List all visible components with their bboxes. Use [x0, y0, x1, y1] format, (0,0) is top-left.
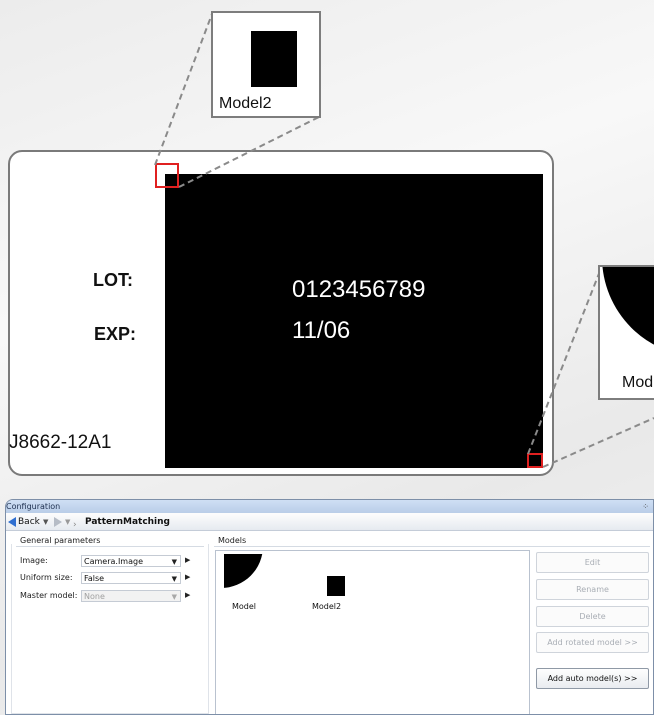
forward-dropdown-icon[interactable]: ▼: [65, 513, 70, 531]
model2-caption[interactable]: Model2: [312, 602, 341, 611]
zoom-model-label: Mod: [622, 374, 654, 391]
navigation-bar: Back ▼ ▼ › PatternMatching: [6, 513, 653, 531]
zoom-detail-model: Mod: [598, 265, 654, 400]
model-quarter-preview: [600, 267, 654, 367]
models-header: Models: [218, 536, 247, 545]
back-arrow-icon[interactable]: [8, 517, 16, 527]
zoom-model2-label: Model2: [219, 95, 272, 112]
model-thumbnail[interactable]: [224, 554, 264, 594]
zoom-connector-lines: [154, 13, 654, 468]
connector-line: [178, 116, 320, 188]
window-title: Configuration: [6, 502, 61, 511]
page-title: PatternMatching: [85, 517, 170, 527]
window-titlebar: Configuration ⁘: [6, 500, 653, 513]
back-button[interactable]: Back: [18, 513, 40, 531]
delete-button[interactable]: Delete: [536, 606, 649, 627]
nav-separator-icon: ›: [73, 520, 77, 530]
models-divider: [214, 546, 650, 547]
models-list[interactable]: Model Model2: [215, 550, 530, 714]
add-rotated-model-button[interactable]: Add rotated model >>: [536, 632, 649, 653]
model2-square-preview: [251, 31, 297, 87]
forward-arrow-icon[interactable]: [54, 517, 62, 527]
rename-button[interactable]: Rename: [536, 579, 649, 600]
zoom-detail-model2: Model2: [211, 11, 321, 118]
connector-line: [542, 417, 654, 468]
edit-button[interactable]: Edit: [536, 552, 649, 573]
general-parameters-panel: [11, 544, 209, 714]
model-caption[interactable]: Model: [232, 602, 256, 611]
back-dropdown-icon[interactable]: ▼: [43, 513, 48, 531]
model2-thumbnail[interactable]: [327, 576, 345, 596]
configuration-window: Configuration ⁘ Back ▼ ▼ › PatternMatchi…: [5, 499, 654, 715]
add-auto-models-button[interactable]: Add auto model(s) >>: [536, 668, 649, 689]
connector-line: [154, 13, 213, 166]
pin-icon[interactable]: ⁘: [642, 500, 649, 513]
connector-line: [527, 270, 601, 455]
